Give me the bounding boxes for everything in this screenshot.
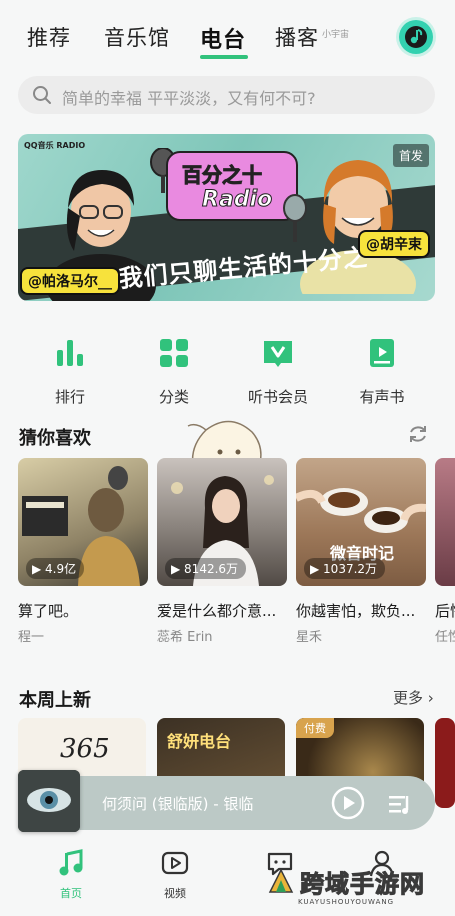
tab-radio[interactable]: 电台 [200,22,246,54]
play-count-value: 1037.2万 [323,562,378,576]
promo-banner[interactable]: QQ音乐 RADIO 百分之十 Radio 首发 我们只聊生活的十分之一 @帕洛… [18,134,435,301]
search-placeholder: 简单的幸福 平平淡淡，又有何不可? [62,89,316,108]
tab-music-hall[interactable]: 音乐馆 [104,22,170,52]
card-title: 算了吧。 [18,602,79,620]
refresh-icon[interactable] [407,423,429,445]
bubble-title: 百分之十 [182,163,263,188]
play-count: ▶ 8142.6万 [165,558,247,579]
category-label: 分类 [158,388,189,406]
vip-book-icon [264,341,292,367]
card-cover [435,458,455,586]
radio-speech-bubble: 百分之十 Radio [166,151,298,221]
music-note-icon[interactable] [399,20,433,54]
recommend-card[interactable]: 微音时记 ▶ 1037.2万 你越害怕，欺负... 星禾 [296,458,426,645]
watermark-logo-icon [268,868,294,893]
microphone-right-icon [283,194,307,242]
video-icon [161,851,189,875]
bottom-tab-label: 视频 [164,887,186,900]
now-playing-title: 何须问 (银临版) - 银临 [102,795,254,813]
banner-logo: QQ音乐 RADIO [24,141,86,150]
bottom-tab-video[interactable]: 视频 [145,848,205,901]
category-ranking[interactable]: 排行 [30,336,110,407]
chevron-right-icon: › [427,689,434,707]
recommend-card[interactable]: ▶ 8142.6万 爱是什么都介意... 蕊希 Erin [157,458,287,645]
new-release-card[interactable] [435,718,455,808]
more-link[interactable]: 更多 › [393,687,434,708]
play-count: ▶ 4.9亿 [26,558,85,579]
search-bar[interactable]: 简单的幸福 平平淡淡，又有何不可? [18,76,435,114]
card-author: 任性 [435,630,455,645]
grid-icon [160,339,188,367]
card-cover: ▶ 8142.6万 [157,458,287,586]
new-card-caption: 舒妍电台 [167,732,232,751]
playlist-icon[interactable] [387,792,413,816]
card-title: 爱是什么都介意... [157,602,277,620]
chart-bars-icon [57,340,83,366]
play-count-value: 8142.6万 [184,562,239,576]
card-author: 星禾 [296,630,323,645]
recommend-card[interactable]: ▶ 4.9亿 算了吧。 程一 [18,458,148,645]
audiobook-icon [370,339,394,367]
new-card-caption: 365 [60,734,110,764]
player-cover[interactable] [18,770,80,832]
category-label: 听书会员 [247,388,308,406]
paid-badge: 付费 [296,718,334,738]
recommend-card[interactable]: 后悔 任性 [435,458,455,645]
search-icon [33,86,51,104]
watermark-subtext: KUAYUSHOUYOUWANG [298,898,395,906]
section-title-guess: 猜你喜欢 [19,428,91,449]
category-label: 排行 [54,388,85,406]
section-title-new: 本周上新 [19,690,91,711]
tab-recommend[interactable]: 推荐 [27,22,71,52]
tab-podcast[interactable]: 播客 [275,22,319,52]
category-audiobooks[interactable]: 有声书 [342,336,422,407]
host-left-name: @帕洛马尔__ [20,267,120,295]
category-label: 有声书 [359,388,405,406]
play-circle-icon[interactable] [331,786,365,820]
category-classify[interactable]: 分类 [134,336,214,407]
card-cover: 微音时记 ▶ 1037.2万 [296,458,426,586]
active-tab-indicator [200,55,248,59]
host-right-name: @胡辛束 [358,230,430,258]
podcast-sub-label: 小宇宙 [322,30,350,40]
watermark-text: 跨域手游网 [300,870,425,899]
card-author: 蕊希 Erin [157,630,213,645]
play-count: ▶ 1037.2万 [304,558,386,579]
premiere-badge: 首发 [392,144,429,167]
card-cover: ▶ 4.9亿 [18,458,148,586]
bubble-subtitle: Radio [201,187,273,213]
album-art [18,770,80,832]
bottom-tab-home[interactable]: 首页 [41,848,101,901]
play-count-value: 4.9亿 [45,562,77,576]
card-title: 后悔 [435,602,455,620]
category-vip-books[interactable]: 听书会员 [238,336,318,407]
card-title: 你越害怕，欺负... [296,602,416,620]
bottom-tab-label: 首页 [60,887,82,900]
more-label: 更多 [393,689,424,707]
top-nav: 推荐 音乐馆 电台 播客 小宇宙 [0,0,455,72]
card-author: 程一 [18,630,45,645]
music-note-icon [59,849,83,876]
